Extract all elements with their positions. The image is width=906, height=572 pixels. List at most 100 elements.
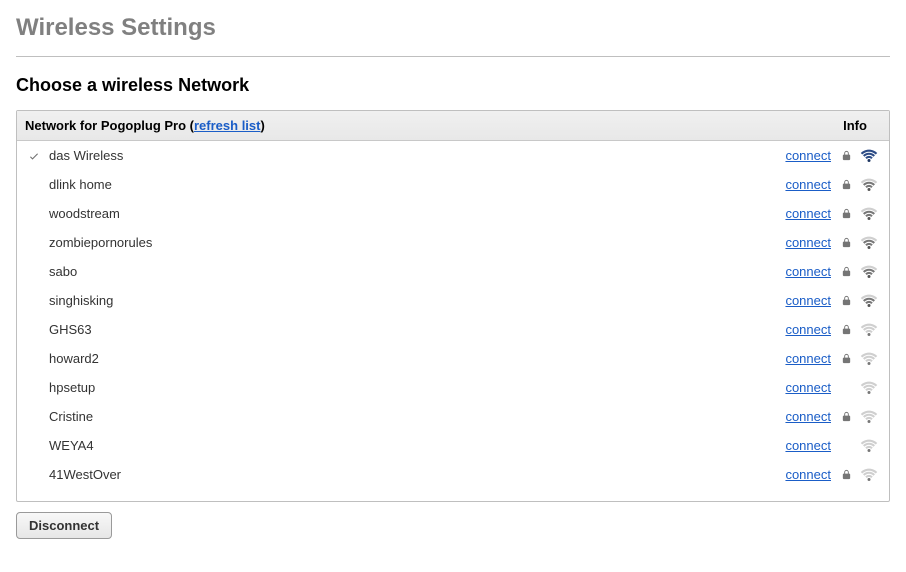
- check-icon: [28, 150, 40, 162]
- network-ssid: das Wireless: [45, 148, 761, 163]
- network-info: [831, 149, 883, 163]
- network-row: dlink homeconnect: [17, 170, 889, 199]
- section-title: Choose a wireless Network: [16, 75, 890, 96]
- divider: [16, 56, 890, 57]
- lock-slot: [839, 178, 853, 191]
- refresh-link[interactable]: refresh list: [194, 118, 260, 133]
- lock-slot: [839, 352, 853, 365]
- connect-link[interactable]: connect: [785, 293, 831, 308]
- network-info: [831, 468, 883, 482]
- signal-slot: [859, 439, 879, 453]
- network-ssid: zombiepornorules: [45, 235, 761, 250]
- lock-icon: [841, 323, 852, 336]
- connect-link[interactable]: connect: [785, 148, 831, 163]
- network-row: woodstream connect: [17, 199, 889, 228]
- lock-icon: [841, 468, 852, 481]
- wifi-icon: [860, 468, 878, 482]
- lock-slot: [839, 468, 853, 481]
- lock-icon: [841, 410, 852, 423]
- network-row: GHS63 connect: [17, 315, 889, 344]
- network-row: 41WestOver connect: [17, 460, 889, 489]
- network-info: [831, 323, 883, 337]
- network-row: howard2 connect: [17, 344, 889, 373]
- network-row: hpsetupconnect: [17, 373, 889, 402]
- network-row: Cristine connect: [17, 402, 889, 431]
- networks-list[interactable]: das Wirelessconnectdlink homeconnectwood…: [17, 141, 889, 501]
- network-info: [831, 236, 883, 250]
- signal-slot: [859, 265, 879, 279]
- network-info: [831, 352, 883, 366]
- network-ssid: singhisking: [45, 293, 761, 308]
- network-info: [831, 294, 883, 308]
- signal-slot: [859, 294, 879, 308]
- wifi-icon: [860, 294, 878, 308]
- lock-icon: [841, 178, 852, 191]
- connect-link[interactable]: connect: [785, 409, 831, 424]
- panel-header-suffix: ): [260, 118, 264, 133]
- panel-header: Network for Pogoplug Pro (refresh list) …: [17, 111, 889, 141]
- wifi-icon: [860, 236, 878, 250]
- lock-icon: [841, 149, 852, 162]
- signal-slot: [859, 207, 879, 221]
- disconnect-button[interactable]: Disconnect: [16, 512, 112, 539]
- selected-indicator: [23, 150, 45, 162]
- signal-slot: [859, 149, 879, 163]
- signal-slot: [859, 236, 879, 250]
- info-column-label: Info: [831, 118, 879, 133]
- network-ssid: sabo: [45, 264, 761, 279]
- signal-slot: [859, 178, 879, 192]
- lock-icon: [841, 352, 852, 365]
- panel-header-prefix: Network for Pogoplug Pro (: [25, 118, 194, 133]
- network-row: singhisking connect: [17, 286, 889, 315]
- lock-slot: [839, 149, 853, 162]
- network-ssid: WEYA4: [45, 438, 761, 453]
- connect-link[interactable]: connect: [785, 206, 831, 221]
- connect-link[interactable]: connect: [785, 177, 831, 192]
- network-info: [831, 265, 883, 279]
- networks-panel: Network for Pogoplug Pro (refresh list) …: [16, 110, 890, 502]
- network-ssid: 41WestOver: [45, 467, 761, 482]
- connect-link[interactable]: connect: [785, 467, 831, 482]
- connect-link[interactable]: connect: [785, 351, 831, 366]
- wifi-icon: [860, 265, 878, 279]
- lock-slot: [839, 323, 853, 336]
- connect-link[interactable]: connect: [785, 322, 831, 337]
- network-info: [831, 381, 883, 395]
- wifi-icon: [860, 381, 878, 395]
- signal-slot: [859, 323, 879, 337]
- network-ssid: Cristine: [45, 409, 761, 424]
- lock-icon: [841, 236, 852, 249]
- network-ssid: woodstream: [45, 206, 761, 221]
- network-ssid: howard2: [45, 351, 761, 366]
- connect-link[interactable]: connect: [785, 264, 831, 279]
- wifi-icon: [860, 149, 878, 163]
- signal-slot: [859, 410, 879, 424]
- connect-link[interactable]: connect: [785, 438, 831, 453]
- network-row: zombiepornorules connect: [17, 228, 889, 257]
- lock-icon: [841, 265, 852, 278]
- wifi-icon: [860, 178, 878, 192]
- wifi-icon: [860, 439, 878, 453]
- network-info: [831, 178, 883, 192]
- page-title: Wireless Settings: [16, 14, 890, 42]
- connect-link[interactable]: connect: [785, 235, 831, 250]
- lock-slot: [839, 294, 853, 307]
- network-info: [831, 410, 883, 424]
- signal-slot: [859, 352, 879, 366]
- network-info: [831, 207, 883, 221]
- wifi-icon: [860, 207, 878, 221]
- wifi-icon: [860, 323, 878, 337]
- network-row: das Wireless connect: [17, 141, 889, 170]
- lock-slot: [839, 236, 853, 249]
- panel-header-left: Network for Pogoplug Pro (refresh list): [25, 118, 831, 133]
- network-ssid: GHS63: [45, 322, 761, 337]
- signal-slot: [859, 468, 879, 482]
- lock-slot: [839, 410, 853, 423]
- network-row: sabo connect: [17, 257, 889, 286]
- network-info: [831, 439, 883, 453]
- network-row: WEYA4 connect: [17, 431, 889, 460]
- connect-link[interactable]: connect: [785, 380, 831, 395]
- lock-icon: [841, 294, 852, 307]
- lock-icon: [841, 207, 852, 220]
- lock-slot: [839, 265, 853, 278]
